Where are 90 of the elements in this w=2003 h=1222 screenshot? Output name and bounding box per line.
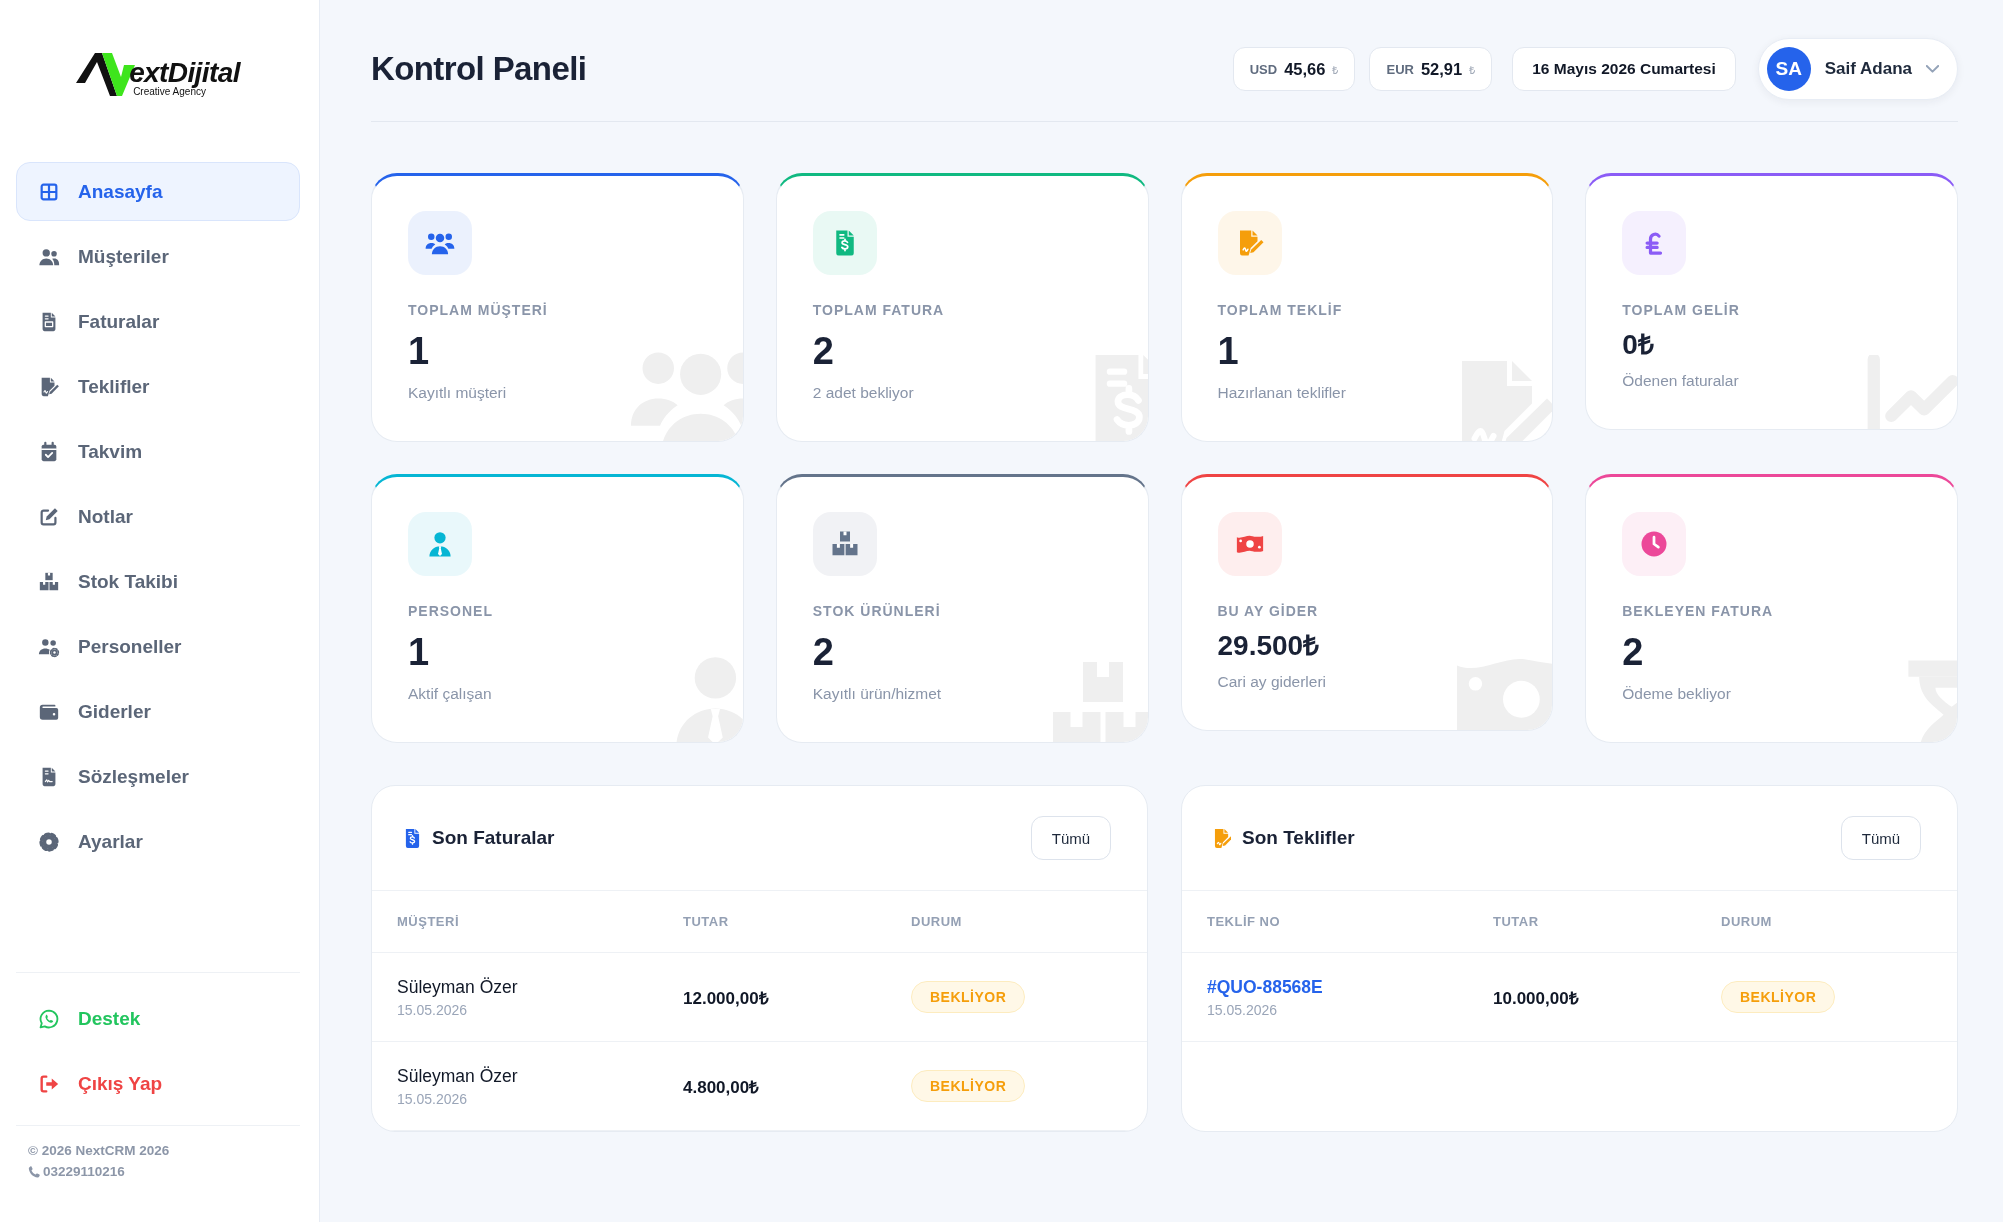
person-tie-icon (408, 512, 472, 576)
stat-note: Ödenen faturalar (1622, 371, 1739, 391)
banknote-icon (1217, 512, 1282, 576)
stat-label: TOPLAM GELİR (1622, 301, 1740, 319)
view-all-button[interactable]: Tümü (1841, 816, 1921, 860)
column-header: TUTAR (1493, 914, 1540, 929)
stat-note: Ödeme bekliyor (1622, 684, 1731, 704)
row-date: 15.05.2026 (397, 1091, 468, 1107)
status-badge: BEKLİYOR (1721, 981, 1836, 1013)
stat-label: TOPLAM MÜŞTERİ (408, 301, 548, 319)
row-date: 15.05.2026 (1207, 1002, 1278, 1018)
phone-number: 03229110216 (43, 1163, 125, 1181)
stat-value: 2 (812, 630, 834, 674)
stat-value: 2 (812, 329, 834, 373)
customer-name: Süleyman Özer (397, 1065, 518, 1087)
column-header: TUTAR (683, 914, 730, 929)
stat-value: 2 (1622, 630, 1644, 674)
status-badge: BEKLİYOR (911, 981, 1026, 1013)
logo-tagline: Creative Agency (133, 86, 206, 97)
boxes-icon (38, 570, 60, 593)
phone-icon (28, 1165, 40, 1178)
rate-value: 45,66 (1284, 59, 1326, 79)
currency-symbol: ₺ (1332, 62, 1339, 77)
logo-wordmark: extDijital (129, 59, 240, 86)
chat-phone-icon (38, 1007, 60, 1030)
amount-text: 12.000,00₺ (683, 987, 770, 1009)
nav-item[interactable]: Anasayfa (16, 162, 300, 221)
invoice-dollar-icon (404, 827, 421, 849)
chevron-down-icon (1926, 65, 1939, 73)
logout-icon (38, 1072, 60, 1095)
nav-item[interactable]: Giderler (16, 682, 300, 741)
amount-text: 10.000,00₺ (1493, 987, 1580, 1009)
user-avatar: SA (1766, 47, 1811, 91)
page-title: Kontrol Paneli (371, 50, 588, 88)
currency-code: USD (1249, 61, 1278, 77)
rate-value: 52,91 (1420, 59, 1463, 79)
nav-item[interactable]: Notlar (16, 487, 300, 546)
stat-label: BU AY GİDER (1217, 602, 1319, 620)
user-menu-button[interactable]: SA Saif Adana (1757, 38, 1958, 100)
nav-item[interactable]: Ayarlar (16, 812, 300, 871)
nav-item[interactable]: Stok Takibi (16, 552, 300, 611)
quote-number-link[interactable]: #QUO-88568E (1207, 976, 1323, 998)
stat-value: 0₺ (1622, 329, 1654, 361)
logout-link[interactable]: Çıkış Yap (16, 1054, 300, 1113)
nav-item[interactable]: Sözleşmeler (16, 747, 300, 806)
stat-label: TOPLAM TEKLİF (1217, 301, 1343, 319)
amount-text: 4.800,00₺ (683, 1076, 761, 1098)
signed-document-icon (1217, 211, 1282, 275)
stat-note: Hazırlanan teklifler (1217, 383, 1346, 403)
panel-title: Son Faturalar (432, 827, 556, 849)
stat-note: Kayıtlı ürün/hizmet (812, 684, 942, 704)
stat-value: 1 (408, 329, 430, 373)
nav-item[interactable]: Müşteriler (16, 227, 300, 286)
stat-label: TOPLAM FATURA (812, 301, 945, 319)
stat-note: Cari ay giderleri (1217, 672, 1327, 692)
customer-name: Süleyman Özer (397, 976, 518, 998)
currency-symbol: ₺ (1469, 62, 1476, 77)
row-date: 15.05.2026 (397, 1002, 468, 1018)
currency-code: EUR (1386, 61, 1414, 77)
settings-icon (38, 830, 60, 853)
stat-label: STOK ÜRÜNLERİ (812, 602, 941, 620)
stat-value: 29.500₺ (1217, 630, 1320, 662)
nav-item[interactable]: Personeller (16, 617, 300, 676)
status-badge: BEKLİYOR (911, 1070, 1026, 1102)
stat-value: 1 (1217, 329, 1239, 373)
panel-title: Son Teklifler (1242, 827, 1356, 849)
view-all-button[interactable]: Tümü (1031, 816, 1111, 860)
nav-item[interactable]: Takvim (16, 422, 300, 481)
copyright-text: © 2026 NextCRM 2026 (28, 1142, 170, 1160)
stat-label: PERSONEL (408, 602, 493, 620)
column-header: DURUM (911, 914, 963, 929)
clock-icon (1622, 512, 1687, 576)
background-chart-icon (1865, 355, 1957, 429)
column-header: DURUM (1721, 914, 1773, 929)
column-header: MÜŞTERİ (397, 914, 460, 929)
invoice-dollar-icon (812, 211, 877, 275)
calendar-check-icon (38, 440, 60, 463)
stat-label: BEKLEYEN FATURA (1622, 602, 1774, 620)
people-icon (408, 211, 472, 275)
lira-sign-icon (1622, 211, 1687, 275)
nav-item[interactable]: Faturalar (16, 292, 300, 351)
nav-item[interactable]: Teklifler (16, 357, 300, 416)
stat-note: 2 adet bekliyor (812, 383, 914, 403)
stat-note: Aktif çalışan (408, 684, 492, 704)
stat-note: Kayıtlı müşteri (408, 383, 507, 403)
date-display: 16 Mayıs 2026 Cumartesi (1512, 47, 1736, 91)
signed-document-icon (1214, 827, 1231, 849)
column-header: TEKLİF NO (1207, 914, 1282, 929)
boxes-icon (812, 512, 877, 576)
stat-value: 1 (408, 630, 430, 674)
